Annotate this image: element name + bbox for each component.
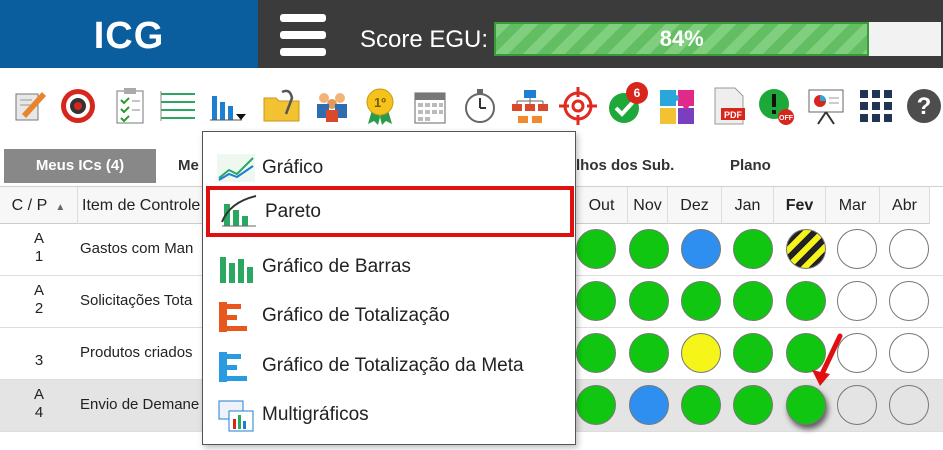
svg-text:PDF: PDF (724, 110, 743, 120)
status-indicator[interactable] (889, 229, 929, 269)
multi-chart-icon (218, 400, 254, 432)
crosshair-icon[interactable] (558, 86, 598, 126)
month-header: Out (576, 187, 628, 224)
medal-icon[interactable]: 1º (360, 86, 400, 126)
row-code: A4 (33, 386, 44, 421)
menu-item-grafico-totalizacao-meta[interactable]: Gráfico de Totalização da Meta (203, 342, 575, 390)
tab-subordinates[interactable]: lhos dos Sub. (566, 149, 684, 183)
notification-badge: 6 (626, 82, 648, 104)
tab-meus-ics[interactable]: Meus ICs (4) (4, 149, 156, 183)
team-icon[interactable] (312, 86, 352, 126)
month-header: Abr (880, 187, 930, 224)
status-indicator[interactable] (576, 385, 616, 425)
status-indicator[interactable] (629, 385, 669, 425)
svg-text:?: ? (917, 93, 932, 120)
status-indicator[interactable] (629, 333, 669, 373)
status-indicator[interactable] (889, 333, 929, 373)
score-label: Score EGU: (360, 26, 489, 53)
menu-item-pareto[interactable]: Pareto (206, 186, 574, 237)
month-header: Nov (628, 187, 668, 224)
tab-plano[interactable]: Plano (720, 149, 781, 183)
status-indicator[interactable] (786, 229, 826, 269)
paperclip-folder-icon[interactable] (262, 86, 302, 126)
status-indicator[interactable] (837, 229, 877, 269)
totalization-chart-icon (219, 302, 247, 332)
column-header-cp[interactable]: C / P ▲ (0, 187, 78, 224)
status-indicator[interactable] (576, 333, 616, 373)
goal-totalization-chart-icon (219, 352, 247, 382)
status-indicator[interactable] (889, 385, 929, 425)
presentation-icon[interactable] (806, 86, 846, 126)
menu-item-multigraficos[interactable]: Multigráficos (203, 391, 575, 439)
menu-item-grafico[interactable]: Gráfico (203, 144, 575, 192)
status-indicator[interactable] (837, 385, 877, 425)
month-header: Mar (826, 187, 880, 224)
hamburger-menu-icon[interactable] (280, 14, 326, 56)
svg-text:OFF: OFF (779, 115, 794, 122)
top-bar: ICG Score EGU: 84% (0, 0, 943, 68)
help-icon[interactable]: ? (904, 86, 943, 126)
score-value: 84% (659, 26, 704, 51)
menu-item-grafico-totalizacao[interactable]: Gráfico de Totalização (203, 292, 575, 340)
row-item-name[interactable]: Gastos com Man (80, 240, 193, 257)
clipboard-checklist-icon[interactable] (110, 86, 150, 126)
stopwatch-icon[interactable] (460, 86, 500, 126)
status-indicator[interactable] (733, 229, 773, 269)
row-code: 3 (34, 352, 44, 369)
pdf-icon[interactable]: PDF (708, 86, 748, 126)
score-progress-bar: 84% (494, 22, 941, 56)
red-arrow-annotation (812, 333, 843, 386)
approval-check-icon[interactable]: 6 (606, 82, 648, 126)
row-item-name[interactable]: Envio de Demane (80, 396, 199, 413)
sort-up-icon[interactable]: ▲ (55, 202, 65, 213)
status-indicator[interactable] (629, 281, 669, 321)
lines-list-icon[interactable] (158, 86, 198, 126)
row-item-name[interactable]: Solicitações Tota (80, 292, 192, 309)
status-indicator[interactable] (837, 281, 877, 321)
status-indicator[interactable] (576, 229, 616, 269)
status-indicator[interactable] (576, 281, 616, 321)
status-indicator[interactable] (786, 385, 826, 425)
line-chart-icon (217, 154, 255, 182)
row-code: A1 (33, 230, 44, 265)
chart-type-dropdown: Gráfico Pareto Gráfico de Barras Gráfico… (202, 131, 576, 445)
month-header: Fev (774, 187, 826, 224)
status-indicator[interactable] (681, 281, 721, 321)
status-indicator[interactable] (889, 281, 929, 321)
svg-text:1º: 1º (374, 95, 386, 110)
calendar-icon[interactable] (410, 86, 450, 126)
row-code: A2 (33, 282, 44, 317)
menu-item-grafico-barras[interactable]: Gráfico de Barras (203, 243, 575, 291)
status-indicator[interactable] (629, 229, 669, 269)
app-logo[interactable]: ICG (0, 0, 258, 68)
target-icon[interactable] (58, 86, 98, 126)
month-header: Dez (668, 187, 722, 224)
pareto-chart-icon (221, 195, 257, 227)
status-indicator[interactable] (733, 281, 773, 321)
status-indicator[interactable] (733, 385, 773, 425)
chart-dropdown-icon[interactable] (208, 86, 248, 126)
grid-icon[interactable] (856, 86, 896, 126)
status-indicator[interactable] (733, 333, 773, 373)
status-indicator[interactable] (681, 385, 721, 425)
bar-chart-icon (220, 257, 253, 283)
row-item-name[interactable]: Produtos criados (80, 344, 193, 361)
edit-icon[interactable] (10, 86, 50, 126)
puzzle-icon[interactable] (658, 86, 698, 126)
status-indicator[interactable] (786, 281, 826, 321)
status-indicator[interactable] (681, 333, 721, 373)
alert-off-icon[interactable]: OFF (756, 86, 796, 126)
status-indicator[interactable] (681, 229, 721, 269)
org-chart-icon[interactable] (510, 86, 550, 126)
month-header: Jan (722, 187, 774, 224)
